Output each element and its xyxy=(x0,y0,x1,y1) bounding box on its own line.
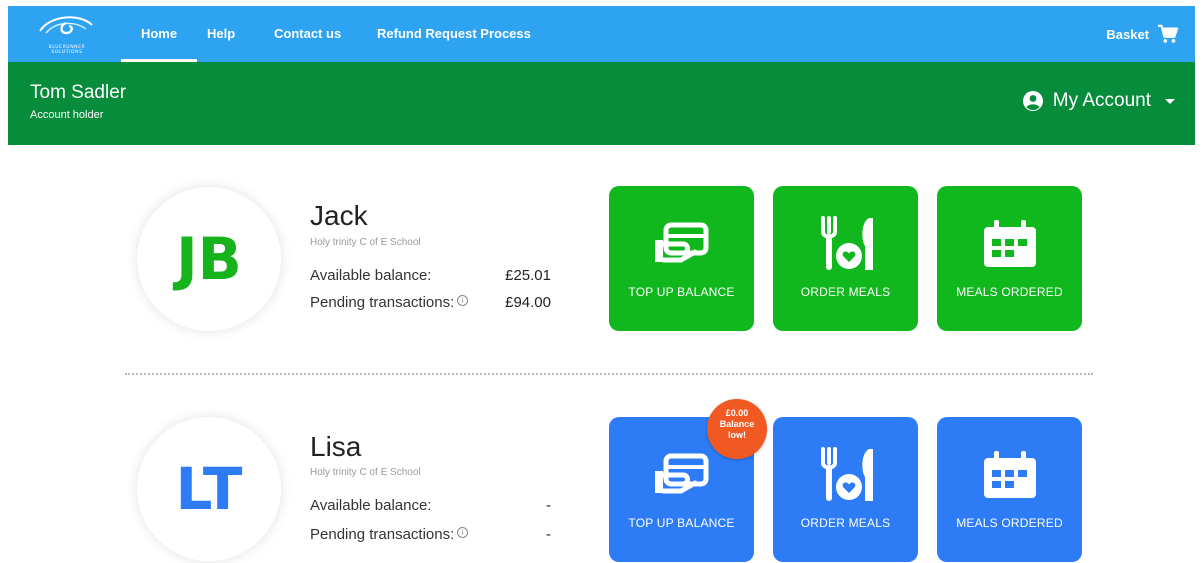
pending-transactions-value: - xyxy=(546,526,551,543)
basket-label: Basket xyxy=(1106,26,1149,42)
order-meals-button[interactable]: ORDER MEALS xyxy=(773,417,918,562)
cart-icon xyxy=(1158,24,1179,43)
child-school: Holy trinity C of E School xyxy=(310,467,421,478)
badge-amount: £0.00 xyxy=(725,408,749,418)
low-balance-badge: £0.00 Balance low! xyxy=(707,399,767,459)
top-up-balance-button[interactable]: TOP UP BALANCE xyxy=(609,186,754,331)
child-name: Lisa xyxy=(310,431,362,462)
avatar: JB xyxy=(137,187,281,331)
tile-label: MEALS ORDERED xyxy=(956,516,1063,530)
my-account-dropdown[interactable]: My Account xyxy=(1022,90,1175,112)
calendar-icon xyxy=(937,216,1082,272)
basket-button[interactable]: Basket xyxy=(1106,6,1179,62)
nav-refund-request[interactable]: Refund Request Process xyxy=(377,6,531,62)
nav-home-label: Home xyxy=(140,26,178,41)
wallet-icon xyxy=(609,216,754,272)
available-balance-value: £25.01 xyxy=(505,267,551,284)
tile-label: TOP UP BALANCE xyxy=(628,285,735,299)
tile-label: ORDER MEALS xyxy=(800,285,891,299)
swirl-logo-icon xyxy=(39,16,93,35)
account-holder-role: Account holder xyxy=(30,109,104,121)
bluerunner-logo[interactable]: BLUERUNNER SOLUTIONS xyxy=(36,11,96,57)
badge-line1: Balance xyxy=(719,419,755,429)
account-header: Tom Sadler Account holder My Account xyxy=(8,62,1195,145)
badge-line2: low! xyxy=(728,430,746,440)
cutlery-icon xyxy=(773,216,918,272)
info-icon[interactable]: i xyxy=(457,527,469,538)
calendar-icon xyxy=(937,447,1082,503)
pending-transactions-label: Pending transactions: i xyxy=(310,526,469,543)
user-circle-icon xyxy=(1022,91,1043,111)
available-balance-label: Available balance: xyxy=(310,267,432,284)
meals-ordered-button[interactable]: MEALS ORDERED xyxy=(937,186,1082,331)
top-navbar: BLUERUNNER SOLUTIONS Home Help Contact u… xyxy=(8,6,1195,62)
available-balance-label: Available balance: xyxy=(310,497,432,514)
account-holder-name: Tom Sadler xyxy=(30,82,127,103)
order-meals-button[interactable]: ORDER MEALS xyxy=(773,186,918,331)
pending-transactions-value: £94.00 xyxy=(505,294,551,311)
nav-home[interactable]: Home xyxy=(121,6,197,62)
nav-contact-us[interactable]: Contact us xyxy=(274,6,341,62)
child-school: Holy trinity C of E School xyxy=(310,237,421,248)
dotted-divider xyxy=(125,373,1093,375)
chevron-down-icon xyxy=(1165,98,1175,104)
available-balance-value: - xyxy=(546,497,551,514)
nav-help[interactable]: Help xyxy=(207,6,235,62)
tile-label: TOP UP BALANCE xyxy=(628,516,735,530)
avatar: LT xyxy=(137,417,281,561)
tile-label: ORDER MEALS xyxy=(800,516,891,530)
child-name: Jack xyxy=(310,200,368,231)
logo-text: BLUERUNNER SOLUTIONS xyxy=(48,45,86,55)
my-account-label: My Account xyxy=(1052,90,1151,111)
pending-transactions-label: Pending transactions: i xyxy=(310,294,469,311)
meals-ordered-button[interactable]: MEALS ORDERED xyxy=(937,417,1082,562)
tile-label: MEALS ORDERED xyxy=(956,285,1063,299)
pending-transactions-text: Pending transactions: xyxy=(310,526,455,543)
pending-transactions-text: Pending transactions: xyxy=(310,294,455,311)
cutlery-icon xyxy=(773,447,918,503)
info-icon[interactable]: i xyxy=(457,295,469,306)
